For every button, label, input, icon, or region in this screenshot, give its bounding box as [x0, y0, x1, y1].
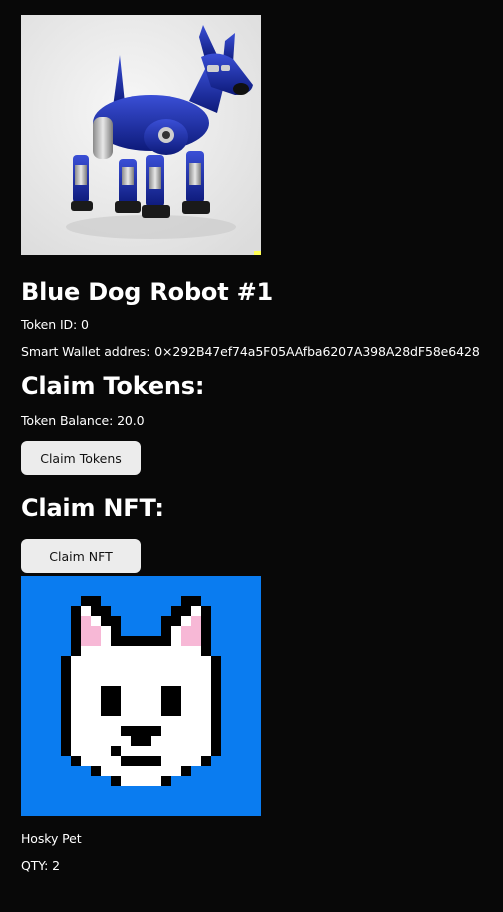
token-id-text: Token ID: 0: [21, 317, 89, 332]
nft-title: Blue Dog Robot #1: [21, 278, 274, 306]
pet-name: Hosky Pet: [21, 831, 82, 846]
hosky-pet-image: [21, 576, 261, 816]
smart-wallet-address: Smart Wallet addres: 0×292B47ef74a5F05AA…: [21, 344, 480, 359]
claim-tokens-button[interactable]: Claim Tokens: [21, 441, 141, 475]
claim-tokens-heading: Claim Tokens:: [21, 372, 205, 400]
claim-nft-button[interactable]: Claim NFT: [21, 539, 141, 573]
nft-panel: Blue Dog Robot #1 Token ID: 0 Smart Wall…: [21, 15, 491, 874]
claim-nft-heading: Claim NFT:: [21, 494, 164, 522]
robot-dog-image: [21, 15, 261, 255]
pet-quantity: QTY: 2: [21, 858, 60, 873]
token-balance-text: Token Balance: 20.0: [21, 413, 145, 428]
